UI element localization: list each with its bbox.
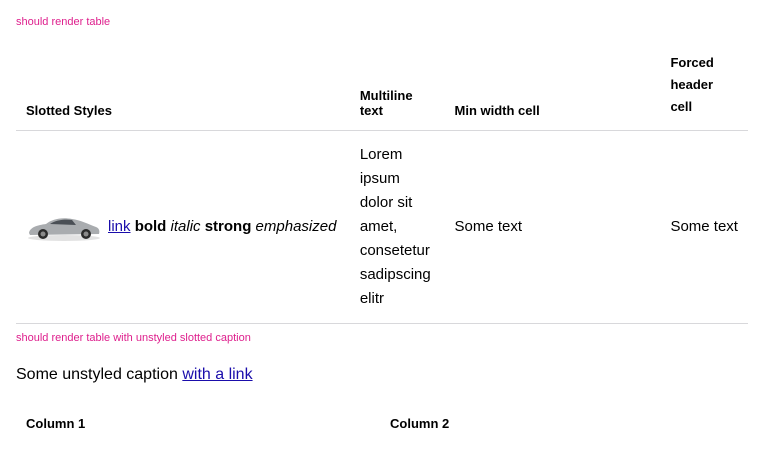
table-1: Slotted Styles Multiline text Min width … [16, 52, 748, 324]
cell-slotted-styles: link bold italic strong emphasized [16, 130, 350, 324]
slotted-link[interactable]: link [108, 218, 131, 235]
header-multiline-text: Multiline text [349, 52, 445, 131]
test-caption-1: should render table [16, 16, 111, 28]
table-2-head-row: Column 1 Column 2 [16, 416, 744, 431]
slotted-bold: bold [134, 217, 167, 235]
table-2-container: Column 1 Column 2 [16, 416, 748, 431]
header-slotted-styles: Slotted Styles [16, 52, 350, 131]
car-image [28, 218, 100, 241]
table-2: Column 1 Column 2 [16, 416, 744, 431]
slotted-strong: strong [204, 217, 252, 235]
test-caption-2: should render table with unstyled slotte… [16, 332, 251, 344]
table-scroll-container[interactable]: Slotted Styles Multiline text Min width … [16, 52, 748, 324]
table-2-caption: Some unstyled caption with a link [16, 366, 253, 384]
cell-forced: Some text [660, 130, 748, 324]
caption-text: Some unstyled caption [16, 366, 183, 383]
cell-min-width: Some text [444, 130, 661, 324]
header-column-2: Column 2 [390, 416, 450, 431]
caption-link[interactable]: with a link [182, 366, 252, 383]
header-min-width-cell: Min width cell [444, 52, 661, 131]
table-row: link bold italic strong emphasized Lorem… [16, 130, 748, 324]
slotted-emphasized: emphasized [255, 217, 337, 235]
header-forced: Forced header cell [660, 52, 748, 131]
table-head-row: Slotted Styles Multiline text Min width … [16, 52, 748, 131]
header-column-1: Column 1 [26, 416, 86, 431]
slotted-italic: italic [170, 217, 201, 235]
cell-multiline-text: Lorem ipsum dolor sit amet, consetetur s… [349, 130, 445, 324]
